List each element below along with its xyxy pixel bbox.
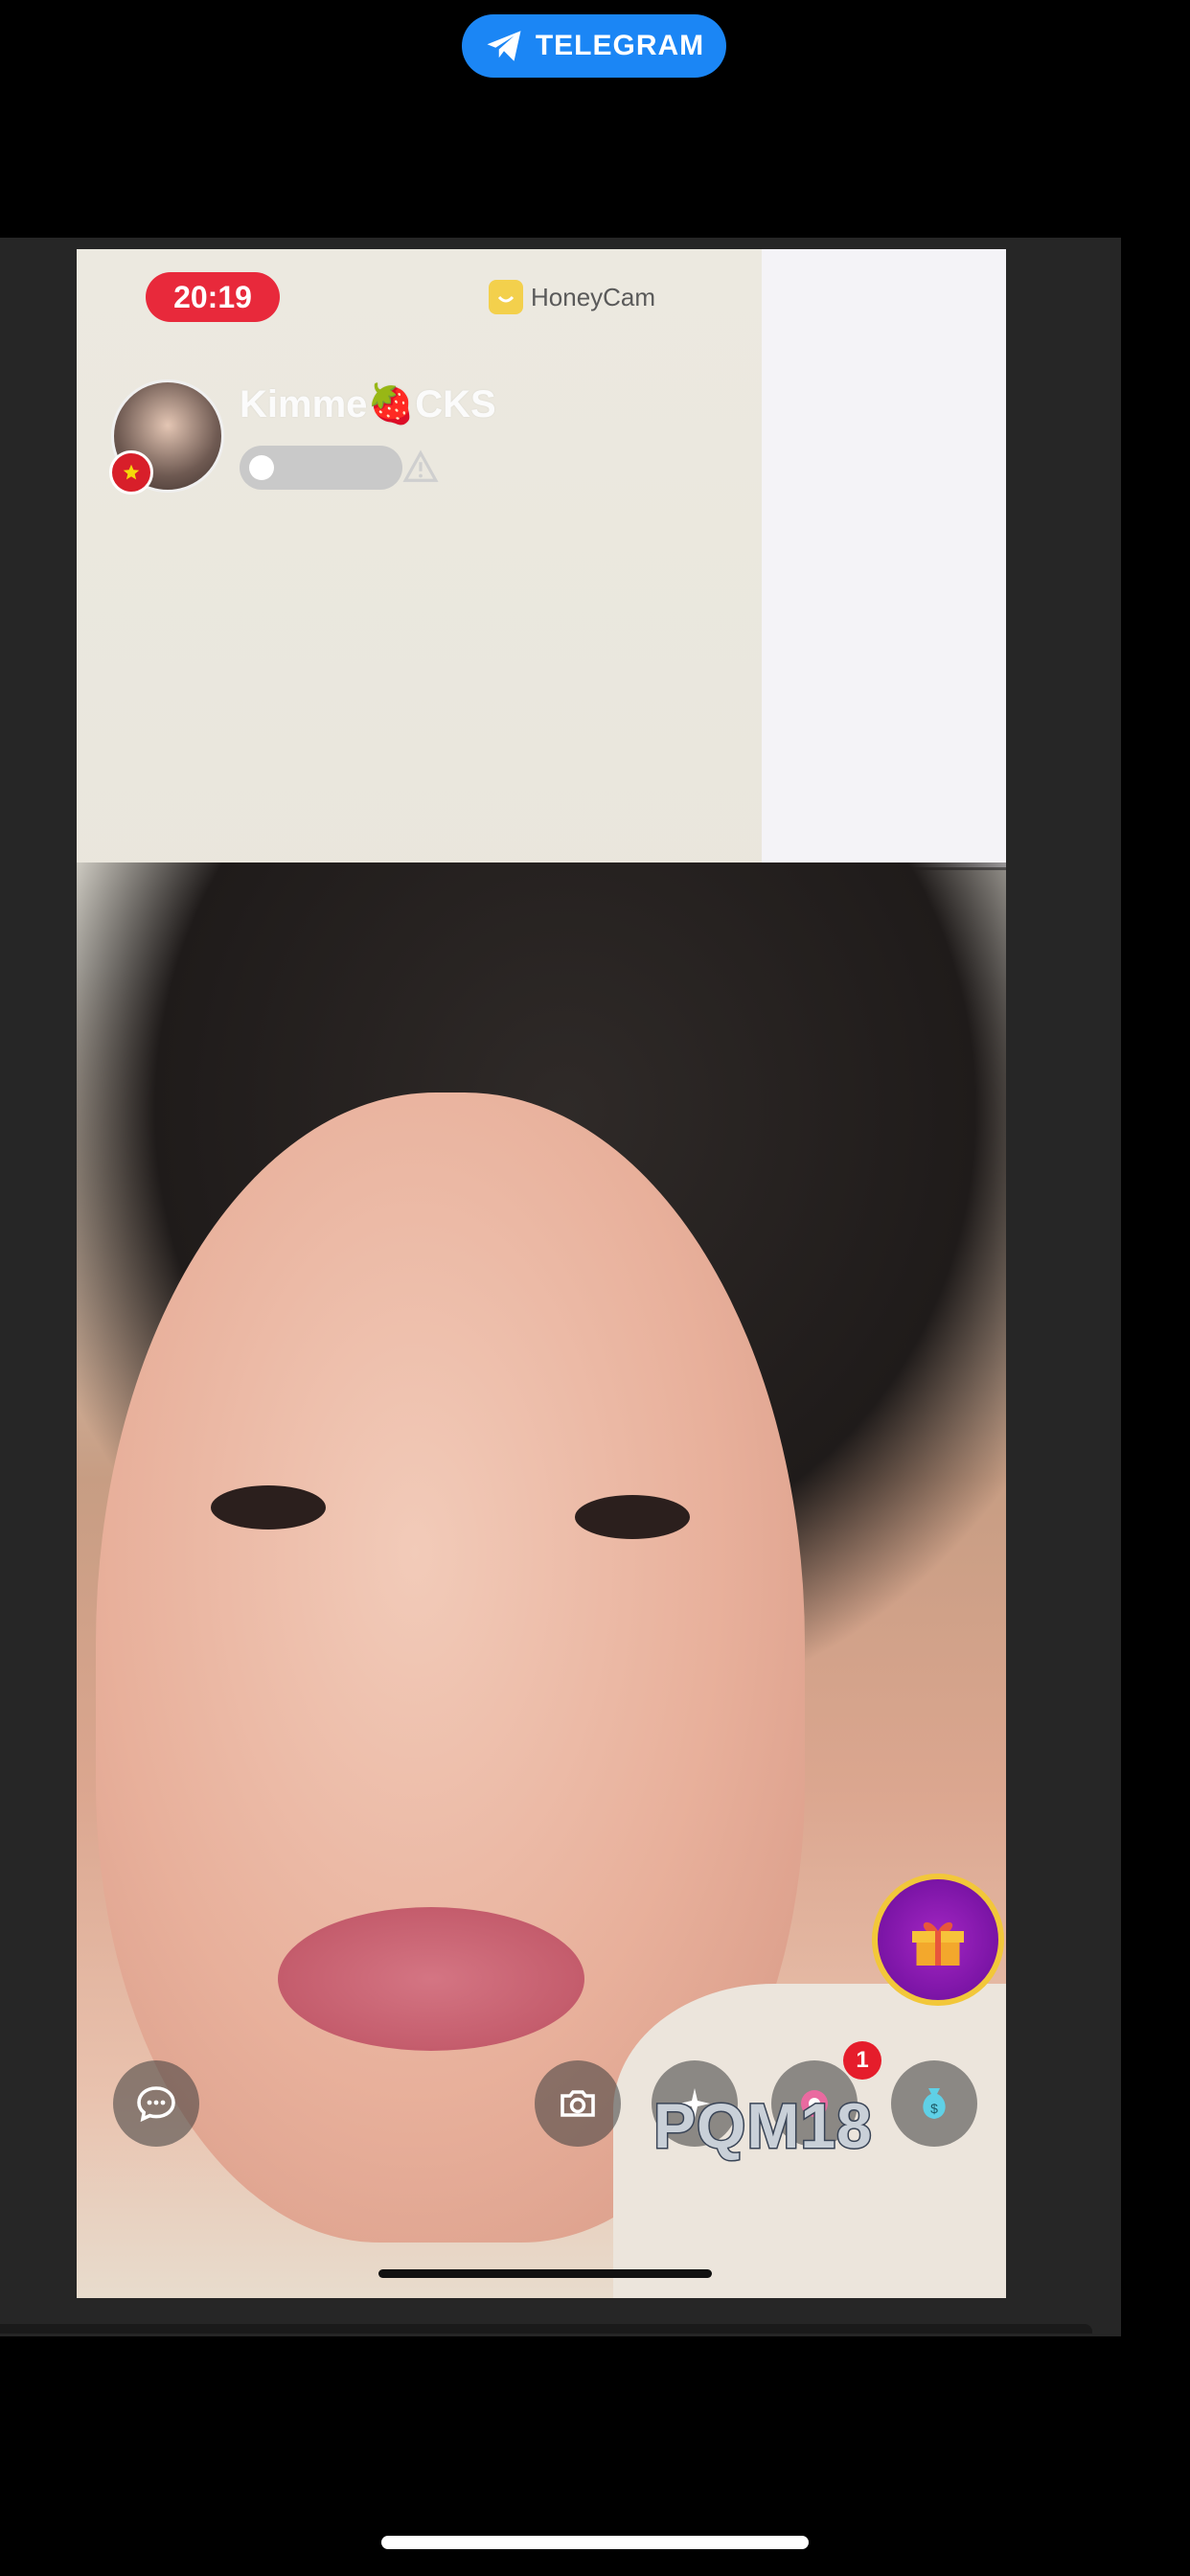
viewer-stats-pill[interactable] — [240, 446, 402, 490]
gift-button[interactable] — [872, 1874, 1004, 2006]
inner-home-indicator — [378, 2269, 712, 2278]
live-stream-video[interactable]: 20:19 HoneyCam Kimme🍓CKS 1 $ PQM18 — [77, 249, 1006, 2298]
frame-bottom-edge — [0, 2324, 1092, 2334]
home-indicator[interactable] — [381, 2536, 809, 2549]
honeycam-brand: HoneyCam — [489, 280, 655, 314]
paper-plane-icon — [487, 31, 521, 61]
chat-bubble-icon — [137, 2086, 175, 2123]
streamer-name-last: CKS — [415, 383, 496, 426]
money-bag-button[interactable]: $ — [891, 2060, 977, 2147]
background-panel — [762, 249, 1006, 870]
left-eye — [211, 1485, 326, 1530]
live-timer: 20:19 — [146, 272, 280, 322]
right-eye — [575, 1495, 690, 1539]
chat-button[interactable] — [113, 2060, 199, 2147]
camera-button[interactable] — [535, 2060, 621, 2147]
streamer-name-first: Kimme — [240, 383, 368, 426]
warning-icon[interactable] — [402, 448, 439, 485]
strawberry-emoji: 🍓 — [367, 383, 416, 426]
camera-icon — [561, 2090, 595, 2117]
honeycam-logo-icon — [489, 280, 523, 314]
vn-flag-badge — [109, 450, 153, 494]
star-icon — [123, 464, 140, 480]
notification-badge: 1 — [843, 2041, 881, 2080]
brand-label: HoneyCam — [531, 282, 656, 311]
svg-text:$: $ — [930, 2101, 938, 2116]
money-bag-icon: $ — [923, 2088, 946, 2119]
streamer-name[interactable]: Kimme🍓CKS — [240, 381, 496, 426]
gift-icon — [912, 1921, 964, 1966]
telegram-label: TELEGRAM — [535, 30, 705, 61]
watermark-text: PQM18 — [652, 2089, 874, 2163]
clock-icon — [249, 455, 274, 480]
lips — [278, 1907, 584, 2051]
telegram-button[interactable]: TELEGRAM — [462, 14, 726, 78]
